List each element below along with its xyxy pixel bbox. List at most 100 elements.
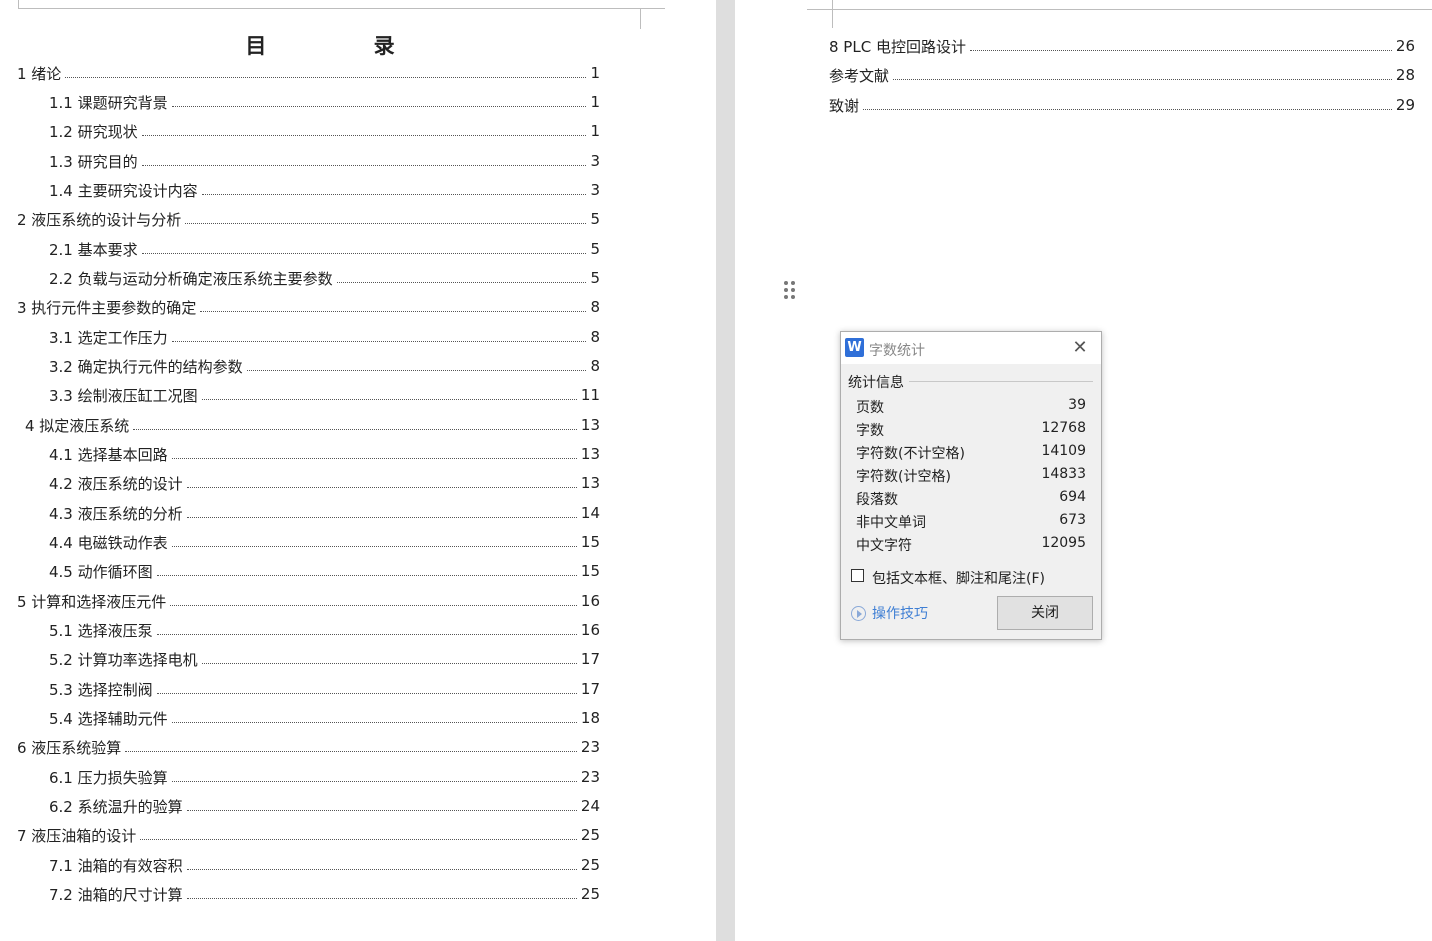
toc-entry-page: 3 — [590, 152, 600, 170]
toc-entry[interactable]: 4.1 选择基本回路 13 — [49, 444, 600, 464]
stat-key: 页数 — [856, 400, 884, 416]
stat-value: 694 — [1059, 489, 1086, 505]
toc-entry[interactable]: 8 PLC 电控回路设计 26 — [829, 36, 1415, 56]
toc-entry-page: 26 — [1395, 37, 1415, 55]
toc-entry-label: 参考文献 — [829, 66, 890, 85]
toc-dot-leader — [171, 536, 577, 547]
toc-entry-label: 5.3 选择控制阀 — [49, 680, 153, 699]
toc-entry[interactable]: 5.2 计算功率选择电机 17 — [49, 649, 600, 669]
drag-handle-icon[interactable] — [784, 281, 796, 303]
toc-entry[interactable]: 6 液压系统验算 23 — [17, 737, 600, 757]
toc-entry[interactable]: 1.2 研究现状 1 — [49, 121, 600, 141]
toc-entry-label: 1.1 课题研究背景 — [49, 93, 168, 112]
toc-entry[interactable]: 致谢 29 — [829, 95, 1415, 115]
toc-entry-page: 13 — [580, 416, 600, 434]
toc-entry[interactable]: 参考文献 28 — [829, 65, 1415, 85]
toc-entry-page: 5 — [590, 269, 600, 287]
stat-value: 14109 — [1041, 443, 1086, 459]
toc-entry-label: 4 拟定液压系统 — [25, 416, 130, 435]
close-icon[interactable]: ✕ — [1069, 338, 1091, 358]
toc-entry-page: 23 — [580, 738, 600, 756]
toc-entry-page: 29 — [1395, 96, 1415, 114]
toc-entry-page: 5 — [590, 210, 600, 228]
toc-entry-page: 14 — [580, 504, 600, 522]
toc-entry[interactable]: 3.3 绘制液压缸工况图 11 — [49, 385, 600, 405]
toc-entry[interactable]: 2.2 负载与运动分析确定液压系统主要参数 5 — [49, 268, 600, 288]
stat-row: 字符数(计空格) 14833 — [856, 466, 1086, 488]
toc-entry-page: 25 — [580, 885, 600, 903]
toc-dot-leader — [969, 40, 1392, 51]
toc-entry-label: 4.3 液压系统的分析 — [49, 504, 183, 523]
toc-entry-page: 13 — [580, 445, 600, 463]
toc-title: 目 录 — [245, 34, 445, 58]
page-corner-mark — [18, 8, 640, 9]
stat-key: 字符数(不计空格) — [856, 446, 965, 462]
toc-entry-page: 28 — [1395, 66, 1415, 84]
toc-entry[interactable]: 5.4 选择辅助元件 18 — [49, 708, 600, 728]
toc-entry-label: 1.4 主要研究设计内容 — [49, 181, 198, 200]
toc-entry[interactable]: 1.1 课题研究背景 1 — [49, 92, 600, 112]
toc-entry[interactable]: 2 液压系统的设计与分析 5 — [17, 209, 600, 229]
toc-dot-leader — [171, 96, 587, 107]
toc-dot-leader — [65, 67, 587, 78]
toc-dot-leader — [171, 712, 577, 723]
toc-entry[interactable]: 7 液压油箱的设计 25 — [17, 825, 600, 845]
toc-entry-label: 3.3 绘制液压缸工况图 — [49, 386, 198, 405]
toc-entry-page: 16 — [580, 621, 600, 639]
toc-entry-label: 2.1 基本要求 — [49, 240, 138, 259]
toc-dot-leader — [246, 360, 587, 371]
toc-dot-leader — [186, 507, 577, 518]
stat-value: 39 — [1068, 397, 1086, 413]
tips-link[interactable]: 操作技巧 — [851, 603, 928, 623]
dialog-titlebar[interactable]: W 字数统计 ✕ — [841, 332, 1101, 364]
toc-entry[interactable]: 3 执行元件主要参数的确定 8 — [17, 297, 600, 317]
toc-entry[interactable]: 4.4 电磁铁动作表 15 — [49, 532, 600, 552]
toc-entry-label: 2 液压系统的设计与分析 — [17, 210, 182, 229]
toc-entry[interactable]: 4.5 动作循环图 15 — [49, 561, 600, 581]
page-corner-mark — [18, 0, 19, 8]
toc-entry[interactable]: 2.1 基本要求 5 — [49, 239, 600, 259]
toc-entry-label: 4.1 选择基本回路 — [49, 445, 168, 464]
stat-row: 字符数(不计空格) 14109 — [856, 443, 1086, 465]
toc-entry-page: 13 — [580, 474, 600, 492]
stat-row: 段落数 694 — [856, 489, 1086, 511]
toc-entry-label: 8 PLC 电控回路设计 — [829, 37, 966, 56]
toc-entry-page: 15 — [580, 562, 600, 580]
toc-entry-page: 23 — [580, 768, 600, 786]
toc-dot-leader — [201, 653, 577, 664]
toc-dot-leader — [125, 741, 577, 752]
toc-entry[interactable]: 1.4 主要研究设计内容 3 — [49, 180, 600, 200]
toc-entry[interactable]: 1.3 研究目的 3 — [49, 151, 600, 171]
include-textbox-label[interactable]: 包括文本框、脚注和尾注(F) — [872, 568, 1045, 588]
toc-entry[interactable]: 6.2 系统温升的验算 24 — [49, 796, 600, 816]
toc-entry[interactable]: 7.2 油箱的尺寸计算 25 — [49, 884, 600, 904]
toc-entry[interactable]: 6.1 压力损失验算 23 — [49, 767, 600, 787]
include-textbox-checkbox[interactable] — [851, 569, 864, 582]
toc-entry[interactable]: 5.1 选择液压泵 16 — [49, 620, 600, 640]
toc-entry[interactable]: 5.3 选择控制阀 17 — [49, 679, 600, 699]
toc-entry-page: 18 — [580, 709, 600, 727]
toc-entry[interactable]: 7.1 油箱的有效容积 25 — [49, 855, 600, 875]
toc-entry[interactable]: 1 绪论 1 — [17, 63, 600, 83]
page-corner-mark — [832, 0, 833, 9]
stat-row: 中文字符 12095 — [856, 535, 1086, 557]
document-page-left: 目 录 1 绪论 1 1.1 课题研究背景 1 1.2 研究现状 1 1.3 研究目的 3 1.… — [0, 0, 716, 941]
toc-entry-page: 8 — [590, 328, 600, 346]
toc-entry-label: 4.5 动作循环图 — [49, 562, 153, 581]
toc-entry-label: 5.2 计算功率选择电机 — [49, 650, 198, 669]
toc-entry-label: 3.1 选定工作压力 — [49, 328, 168, 347]
wps-logo-icon: W — [845, 338, 864, 357]
toc-entry[interactable]: 3.1 选定工作压力 8 — [49, 327, 600, 347]
toc-entry-label: 4.4 电磁铁动作表 — [49, 533, 168, 552]
toc-dot-leader — [186, 477, 577, 488]
toc-entry-page: 15 — [580, 533, 600, 551]
toc-entry[interactable]: 4.2 液压系统的设计 13 — [49, 473, 600, 493]
toc-entry[interactable]: 5 计算和选择液压元件 16 — [17, 591, 600, 611]
toc-entry-page: 25 — [580, 826, 600, 844]
toc-entry[interactable]: 3.2 确定执行元件的结构参数 8 — [49, 356, 600, 376]
close-button[interactable]: 关闭 — [997, 596, 1093, 630]
toc-dot-leader — [186, 888, 577, 899]
toc-entry[interactable]: 4 拟定液压系统 13 — [25, 415, 600, 435]
toc-entry[interactable]: 4.3 液压系统的分析 14 — [49, 503, 600, 523]
toc-dot-leader — [171, 771, 577, 782]
